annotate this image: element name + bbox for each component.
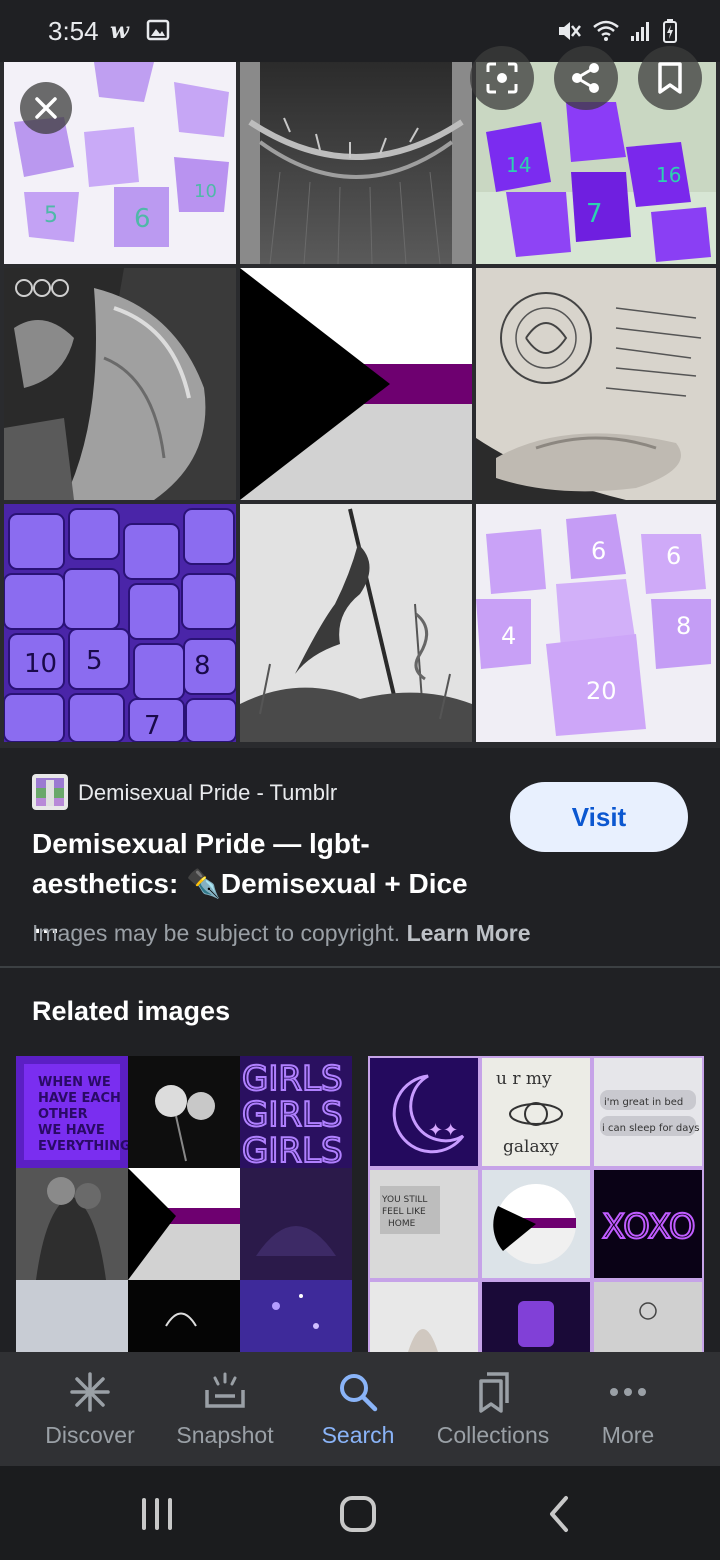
svg-text:8: 8 bbox=[194, 651, 211, 681]
source-name[interactable]: Demisexual Pride - Tumblr bbox=[78, 780, 337, 806]
snapshot-icon bbox=[205, 1372, 245, 1408]
related-image-1[interactable]: WHEN WE HAVE EACH OTHER WE HAVE EVERYTHING G… bbox=[16, 1056, 352, 1352]
nav-collections[interactable]: Collections bbox=[421, 1352, 565, 1466]
share-button[interactable] bbox=[554, 46, 618, 110]
more-icon bbox=[610, 1388, 646, 1396]
svg-text:16: 16 bbox=[656, 163, 681, 187]
related-image-2[interactable]: ✦✦ u r my galaxy i'm great in bed i can … bbox=[368, 1056, 704, 1352]
nav-discover[interactable]: Discover bbox=[18, 1352, 162, 1466]
mute-icon bbox=[559, 22, 581, 40]
related-images-heading: Related images bbox=[32, 996, 231, 1026]
svg-text:w: w bbox=[110, 18, 130, 42]
svg-text:FEEL LIKE: FEEL LIKE bbox=[382, 1207, 426, 1217]
svg-text:10: 10 bbox=[194, 181, 217, 202]
close-button[interactable] bbox=[20, 82, 72, 134]
copyright-notice: Images may be subject to copyright. Lear… bbox=[32, 920, 531, 947]
battery-icon bbox=[663, 19, 677, 43]
back-icon[interactable] bbox=[544, 1494, 574, 1534]
nav-label: Discover bbox=[45, 1422, 135, 1448]
search-icon bbox=[340, 1374, 378, 1412]
nav-search[interactable]: Search bbox=[286, 1352, 430, 1466]
braided-hair-image bbox=[240, 62, 472, 264]
svg-text:HAVE EACH: HAVE EACH bbox=[38, 1091, 121, 1106]
result-panel: Demisexual Pride - Tumblr Demisexual Pri… bbox=[0, 748, 720, 968]
svg-text:WHEN WE: WHEN WE bbox=[38, 1075, 111, 1090]
nav-label: Search bbox=[321, 1422, 395, 1448]
svg-text:4: 4 bbox=[501, 622, 516, 650]
spellbook-image bbox=[476, 268, 716, 500]
svg-text:7: 7 bbox=[586, 199, 603, 229]
purple-dice-pile-image: 5 10 8 7 bbox=[4, 504, 236, 742]
source-favicon bbox=[32, 774, 68, 810]
lens-button[interactable] bbox=[470, 46, 534, 110]
wifi-icon bbox=[593, 20, 619, 41]
status-bar: 3:54 w bbox=[0, 0, 720, 62]
neon-girls-word: GIRLS bbox=[242, 1131, 343, 1171]
svg-text:7: 7 bbox=[144, 711, 161, 741]
nav-label: Collections bbox=[436, 1422, 550, 1448]
system-navigation-bar bbox=[0, 1466, 720, 1560]
demisexual-flag-image bbox=[240, 268, 472, 500]
save-button[interactable] bbox=[638, 46, 702, 110]
svg-text:5: 5 bbox=[44, 203, 58, 228]
svg-text:8: 8 bbox=[676, 612, 691, 640]
recent-apps-icon[interactable] bbox=[138, 1496, 176, 1532]
share-icon bbox=[572, 63, 599, 93]
home-icon[interactable] bbox=[338, 1494, 378, 1534]
copyright-text: Images may be subject to copyright. bbox=[32, 920, 401, 946]
image-preview[interactable]: 6 5 10 7 16 14 5 10 8 7 20 6 6 8 4 bbox=[0, 46, 720, 748]
armor-image bbox=[4, 268, 236, 500]
svg-text:6: 6 bbox=[134, 204, 151, 234]
bottom-navigation: Discover Snapshot Search Collections Mor… bbox=[0, 1352, 720, 1466]
signal-icon bbox=[631, 22, 649, 41]
asterisk-icon bbox=[70, 1372, 110, 1412]
svg-text:5: 5 bbox=[86, 646, 103, 676]
close-icon bbox=[35, 97, 57, 119]
svg-text:6: 6 bbox=[666, 542, 681, 570]
battlefield-banner-image bbox=[240, 504, 472, 742]
svg-text:OTHER: OTHER bbox=[38, 1107, 88, 1122]
wordpress-notification-icon: w bbox=[110, 18, 130, 42]
svg-text:14: 14 bbox=[506, 153, 531, 177]
svg-text:WE HAVE: WE HAVE bbox=[38, 1123, 105, 1138]
neon-girls-word: GIRLS bbox=[242, 1095, 343, 1135]
image-notification-icon bbox=[146, 19, 170, 41]
lens-icon bbox=[486, 62, 518, 94]
svg-text:galaxy: galaxy bbox=[503, 1137, 559, 1157]
svg-text:6: 6 bbox=[591, 537, 606, 565]
svg-text:HOME: HOME bbox=[388, 1219, 416, 1229]
svg-text:YOU STILL: YOU STILL bbox=[381, 1195, 427, 1205]
divider bbox=[0, 966, 720, 968]
visit-button[interactable]: Visit bbox=[510, 782, 688, 852]
bookmark-icon bbox=[658, 62, 682, 94]
status-time: 3:54 bbox=[48, 16, 99, 46]
svg-text:u r my: u r my bbox=[496, 1069, 552, 1089]
nav-more[interactable]: More bbox=[556, 1352, 700, 1466]
collections-icon bbox=[479, 1372, 509, 1413]
svg-text:i can sleep for days: i can sleep for days bbox=[602, 1123, 699, 1134]
learn-more-link[interactable]: Learn More bbox=[407, 920, 531, 946]
nav-label: More bbox=[601, 1422, 655, 1448]
neon-girls-word: GIRLS bbox=[242, 1059, 343, 1099]
svg-text:20: 20 bbox=[586, 677, 617, 705]
nav-label: Snapshot bbox=[176, 1422, 274, 1448]
svg-text:10: 10 bbox=[24, 649, 57, 679]
svg-text:i'm great in bed: i'm great in bed bbox=[604, 1097, 683, 1108]
svg-text:EVERYTHING: EVERYTHING bbox=[38, 1139, 131, 1154]
nav-snapshot[interactable]: Snapshot bbox=[153, 1352, 297, 1466]
lavender-dice-image: 20 6 6 8 4 bbox=[476, 504, 716, 742]
svg-text:✦✦: ✦✦ bbox=[428, 1120, 458, 1141]
svg-text:XOXO: XOXO bbox=[602, 1207, 696, 1247]
